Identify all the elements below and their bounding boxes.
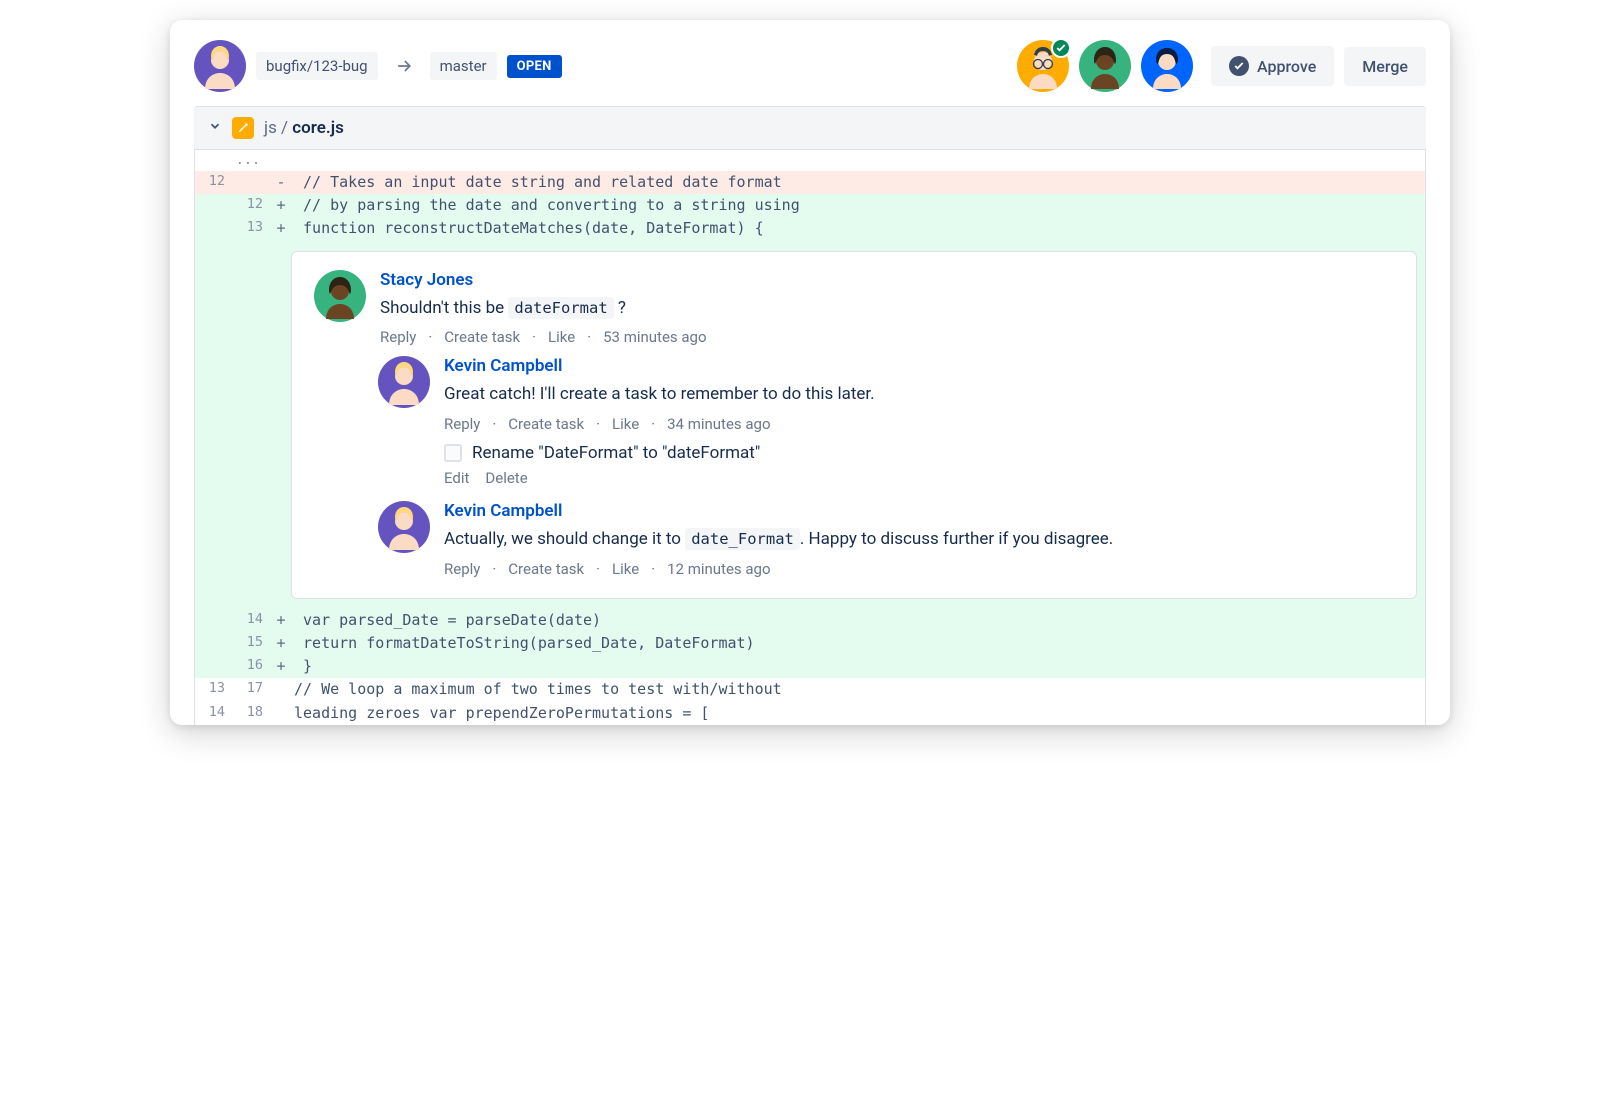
like-action[interactable]: Like xyxy=(548,328,575,346)
comment-reply: Kevin Campbell Great catch! I'll create … xyxy=(378,356,1394,433)
comment: Stacy Jones Shouldn't this be dateFormat… xyxy=(314,270,1394,347)
pr-window: bugfix/123-bug master OPEN Approve Merge xyxy=(170,20,1450,725)
diff-line[interactable]: ... xyxy=(195,150,1425,171)
comment-author[interactable]: Stacy Jones xyxy=(380,270,1394,290)
task-actions: Edit Delete xyxy=(444,469,1394,487)
comment-author-avatar[interactable] xyxy=(378,501,430,553)
inline-code: date_Format xyxy=(685,528,800,550)
comment-thread: Stacy Jones Shouldn't this be dateFormat… xyxy=(291,251,1417,599)
diff-line[interactable]: 14+ var parsed_Date = parseDate(date) xyxy=(195,609,1425,632)
comment-actions: Reply Create task Like 53 minutes ago xyxy=(380,328,1394,346)
reply-action[interactable]: Reply xyxy=(444,560,480,578)
comment-text: Shouldn't this be dateFormat ? xyxy=(380,296,1394,321)
like-action[interactable]: Like xyxy=(612,560,639,578)
merge-label: Merge xyxy=(1362,57,1408,76)
check-circle-icon xyxy=(1229,56,1249,76)
merge-button[interactable]: Merge xyxy=(1344,47,1426,86)
diff-line[interactable]: 12- // Takes an input date string and re… xyxy=(195,171,1425,194)
inline-comment-region: Stacy Jones Shouldn't this be dateFormat… xyxy=(195,241,1425,609)
diff-line[interactable]: 12+ // by parsing the date and convertin… xyxy=(195,194,1425,217)
comment-actions: Reply Create task Like 34 minutes ago xyxy=(444,415,1394,433)
create-task-action[interactable]: Create task xyxy=(444,328,520,346)
file-path: js / core.js xyxy=(264,118,344,138)
reviewer-avatar[interactable] xyxy=(1079,40,1131,92)
pr-author-avatar[interactable] xyxy=(194,40,246,92)
comment-text: Great catch! I'll create a task to remem… xyxy=(444,382,1394,407)
file-header[interactable]: js / core.js xyxy=(194,106,1426,150)
comment-actions: Reply Create task Like 12 minutes ago xyxy=(444,560,1394,578)
task-text: Rename "DateFormat" to "dateFormat" xyxy=(472,443,760,463)
diff-view: ...12- // Takes an input date string and… xyxy=(194,150,1426,725)
task-edit[interactable]: Edit xyxy=(444,469,469,487)
comment-author[interactable]: Kevin Campbell xyxy=(444,356,1394,376)
comment-timestamp: 12 minutes ago xyxy=(667,560,770,578)
reviewer-avatar[interactable] xyxy=(1017,40,1069,92)
task-checkbox[interactable] xyxy=(444,444,462,462)
comment-author-avatar[interactable] xyxy=(378,356,430,408)
reviewer-avatar[interactable] xyxy=(1141,40,1193,92)
approve-label: Approve xyxy=(1257,57,1316,76)
approved-check-icon xyxy=(1051,38,1071,58)
reply-action[interactable]: Reply xyxy=(444,415,480,433)
like-action[interactable]: Like xyxy=(612,415,639,433)
inline-code: dateFormat xyxy=(508,297,613,319)
pr-status-badge: OPEN xyxy=(507,55,562,78)
arrow-right-icon xyxy=(388,56,420,76)
diff-line[interactable]: 1317 // We loop a maximum of two times t… xyxy=(195,678,1425,701)
target-branch[interactable]: master xyxy=(430,52,497,80)
task-item: Rename "DateFormat" to "dateFormat" xyxy=(444,443,1394,463)
modified-file-icon xyxy=(232,117,254,139)
reply-action[interactable]: Reply xyxy=(380,328,416,346)
create-task-action[interactable]: Create task xyxy=(508,560,584,578)
comment-author-avatar[interactable] xyxy=(314,270,366,322)
diff-line[interactable]: 1418 leading zeroes var prependZeroPermu… xyxy=(195,702,1425,725)
create-task-action[interactable]: Create task xyxy=(508,415,584,433)
source-branch[interactable]: bugfix/123-bug xyxy=(256,52,378,80)
chevron-down-icon[interactable] xyxy=(208,118,222,138)
pr-header: bugfix/123-bug master OPEN Approve Merge xyxy=(170,20,1450,106)
reviewer-list xyxy=(1017,40,1193,92)
task-delete[interactable]: Delete xyxy=(485,469,527,487)
comment-reply: Kevin Campbell Actually, we should chang… xyxy=(378,501,1394,578)
diff-line[interactable]: 16+ } xyxy=(195,655,1425,678)
approve-button[interactable]: Approve xyxy=(1211,46,1334,86)
comment-author[interactable]: Kevin Campbell xyxy=(444,501,1394,521)
comment-timestamp: 53 minutes ago xyxy=(603,328,706,346)
diff-line[interactable]: 15+ return formatDateToString(parsed_Dat… xyxy=(195,632,1425,655)
comment-timestamp: 34 minutes ago xyxy=(667,415,770,433)
comment-text: Actually, we should change it to date_Fo… xyxy=(444,527,1394,552)
diff-line[interactable]: 13+ function reconstructDateMatches(date… xyxy=(195,217,1425,240)
